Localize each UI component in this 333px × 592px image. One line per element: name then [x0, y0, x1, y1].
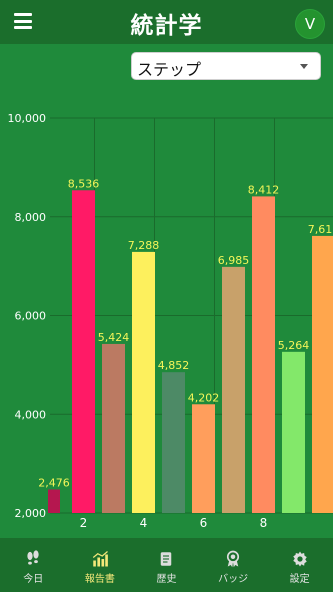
x-tick-label: 8	[260, 516, 268, 530]
y-tick-label: 8,000	[15, 211, 47, 224]
bar-chart-icon	[92, 551, 108, 567]
y-tick-label: 10,000	[8, 112, 47, 125]
nav-reports-label: 報告書	[84, 574, 115, 585]
bar-value-label: 8,536	[68, 177, 100, 190]
nav-history-label: 歴史	[156, 574, 177, 585]
page-title: 統計学	[130, 13, 203, 39]
nav-today[interactable]: 今日	[0, 538, 67, 592]
bar	[312, 235, 333, 513]
bar	[102, 343, 125, 513]
nav-today-label: 今日	[23, 574, 44, 585]
bar-value-label: 4,852	[158, 359, 190, 372]
nav-reports[interactable]: 報告書	[67, 538, 134, 592]
bar-value-label: 2,476	[38, 476, 70, 489]
x-tick-label: 6	[200, 516, 208, 530]
bar	[132, 251, 155, 513]
footprints-icon	[27, 550, 39, 565]
bar-value-label: 8,412	[248, 183, 280, 196]
x-tick-label: 2	[80, 516, 88, 530]
bar-value-label: 4,202	[188, 391, 220, 404]
bar	[72, 190, 95, 513]
nav-history[interactable]: 歴史	[133, 538, 200, 592]
bar	[282, 351, 305, 513]
y-tick-label: 6,000	[15, 310, 47, 323]
bar-value-label: 7,288	[128, 239, 160, 252]
bar	[162, 372, 185, 513]
bar	[192, 404, 215, 513]
nav-badges[interactable]: バッジ	[200, 538, 267, 592]
nav-settings[interactable]: 設定	[266, 538, 333, 592]
metric-select-value: ステップ	[137, 60, 202, 79]
gear-icon	[292, 551, 307, 567]
bottom-nav: 今日 報告書 歴史 バッジ 設定	[0, 538, 333, 592]
bar-value-label: 5,264	[278, 339, 310, 352]
bar-value-label: 6,985	[218, 254, 250, 267]
y-tick-label: 2,000	[15, 507, 47, 520]
bar	[252, 196, 275, 513]
step-chart: 2,000 4,000 6,000 8,000 10,000 2,476 8,536 5,42…	[8, 112, 333, 530]
x-tick-label: 4	[140, 516, 148, 530]
chevron-down-icon	[300, 64, 308, 69]
app-header: 統計学 V	[0, 0, 333, 44]
bar	[48, 489, 60, 513]
bar-value-label: 5,424	[98, 331, 130, 344]
y-tick-label: 4,000	[15, 408, 47, 421]
avatar[interactable]: V	[295, 9, 325, 39]
nav-settings-label: 設定	[289, 574, 310, 585]
bar-value-label: 7,612	[308, 223, 333, 236]
bar	[222, 266, 245, 513]
scroll-icon	[161, 552, 172, 566]
metric-select[interactable]: ステップ	[131, 52, 321, 80]
badge-icon	[227, 550, 240, 568]
nav-badges-label: バッジ	[218, 574, 249, 585]
